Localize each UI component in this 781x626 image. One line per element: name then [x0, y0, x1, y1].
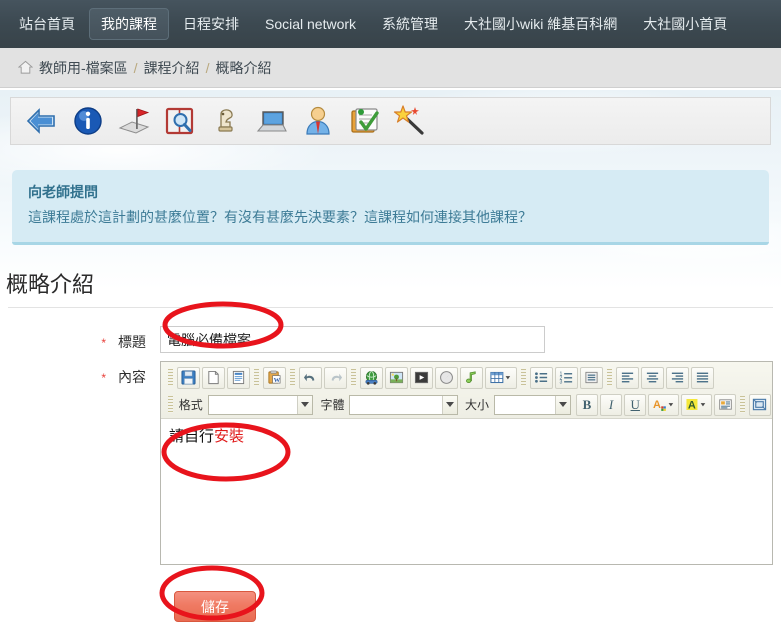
editor-toolbar-row-1: W 1 2 3 [163, 364, 772, 391]
title-field-row: * 標題 [0, 326, 781, 353]
redo-icon[interactable] [324, 366, 347, 389]
svg-text:A: A [653, 399, 661, 411]
undo-icon[interactable] [299, 366, 322, 389]
show-blocks-icon[interactable] [713, 393, 737, 416]
text-color-icon[interactable]: A [648, 393, 680, 416]
milestone-flag-icon[interactable] [117, 104, 151, 138]
home-icon[interactable] [18, 60, 33, 75]
link-icon[interactable] [360, 366, 383, 389]
compass-icon[interactable] [435, 366, 458, 389]
paste-from-word-icon[interactable]: W [263, 366, 286, 389]
nav-item-school-home[interactable]: 大社國小首頁 [631, 8, 739, 41]
chevron-down-icon [297, 395, 313, 414]
align-right-icon[interactable] [666, 366, 689, 389]
nav-item-system-admin[interactable]: 系統管理 [370, 8, 450, 41]
breadcrumb-separator: / [133, 59, 138, 76]
content-text-highlighted: 安裝 [214, 428, 245, 445]
nav-item-site-home[interactable]: 站台首頁 [7, 8, 87, 41]
content-field-label: * 內容 [0, 361, 160, 387]
teacher-question-infobox: 向老師提問 這課程處於這計劃的甚麼位置？有沒有甚麼先決要素？這課程如何連接其他課… [12, 170, 769, 245]
new-page-icon[interactable] [202, 366, 225, 389]
toolbar-grip [351, 369, 356, 386]
content-label-text: 內容 [118, 369, 146, 385]
user-icon[interactable] [301, 104, 335, 138]
toolbar-grip [168, 396, 173, 413]
image-icon[interactable] [385, 366, 408, 389]
action-toolbar [10, 97, 771, 145]
back-arrow-icon[interactable] [25, 104, 59, 138]
toolbar-grip [290, 369, 295, 386]
align-center-icon[interactable] [641, 366, 664, 389]
nav-item-social-network[interactable]: Social network [253, 8, 368, 41]
title-input[interactable] [160, 326, 545, 353]
breadcrumb-item-1[interactable]: 教師用-檔案區 [39, 58, 128, 78]
laptop-icon[interactable] [255, 104, 289, 138]
page-title: 概略介紹 [6, 272, 95, 297]
main-navigation: 站台首頁 我的課程 日程安排 Social network 系統管理 大社國小w… [0, 0, 781, 48]
toolbar-grip [740, 396, 745, 413]
bulleted-list-icon[interactable] [530, 366, 553, 389]
infobox-body: 這課程處於這計劃的甚麼位置？有沒有甚麼先決要素？這課程如何連接其他課程？ [28, 209, 532, 225]
table-icon[interactable] [485, 366, 517, 389]
bold-icon[interactable]: B [575, 393, 599, 416]
audio-note-icon[interactable] [460, 366, 483, 389]
breadcrumb-item-2[interactable]: 課程介紹 [144, 58, 200, 78]
breadcrumb-item-3[interactable]: 概略介紹 [215, 58, 271, 78]
title-field-label: * 標題 [0, 326, 160, 352]
font-select[interactable] [349, 394, 458, 415]
size-select[interactable] [494, 394, 571, 415]
nav-item-my-courses[interactable]: 我的課程 [89, 7, 169, 41]
infobox-title: 向老師提問 [28, 184, 98, 200]
title-label-text: 標題 [118, 334, 146, 350]
breadcrumb: 教師用-檔案區 / 課程介紹 / 概略介紹 [0, 48, 781, 88]
content-field-row: * 內容 W 1 2 3 格式 字體 大小 B I U A A 請自行安裝 [0, 361, 781, 565]
toolbar-grip [521, 369, 526, 386]
maximize-icon[interactable] [748, 393, 772, 416]
align-justify-icon[interactable] [691, 366, 714, 389]
chevron-down-icon [554, 395, 570, 414]
editor-content-area[interactable]: 請自行安裝 [161, 419, 772, 564]
size-label: 大小 [464, 398, 489, 412]
overview-form: * 標題 * 內容 [0, 326, 781, 622]
magic-wand-icon[interactable] [393, 104, 427, 138]
toolbar-grip [607, 369, 612, 386]
format-select[interactable] [207, 394, 314, 415]
checklist-icon[interactable] [347, 104, 381, 138]
blockquote-icon[interactable] [580, 366, 603, 389]
nav-item-wiki[interactable]: 大社國小wiki 維基百科網 [452, 8, 629, 41]
title-divider [8, 307, 773, 308]
templates-icon[interactable] [227, 366, 250, 389]
nav-item-schedule[interactable]: 日程安排 [171, 8, 251, 41]
required-asterisk: * [101, 336, 106, 350]
flash-video-icon[interactable] [410, 366, 433, 389]
editor-toolbar-row-2: 格式 字體 大小 B I U A A [163, 391, 772, 418]
svg-text:A: A [687, 400, 695, 412]
content-text-plain: 請自行 [169, 428, 215, 445]
align-left-icon[interactable] [616, 366, 639, 389]
save-icon[interactable] [177, 366, 200, 389]
italic-icon[interactable]: I [600, 393, 623, 416]
toolbar-grip [168, 369, 173, 386]
info-icon[interactable] [71, 104, 105, 138]
background-color-icon[interactable]: A [681, 393, 712, 416]
format-label: 格式 [178, 398, 203, 412]
numbered-list-icon[interactable]: 1 2 3 [555, 366, 578, 389]
toolbar-grip [254, 369, 259, 386]
svg-text:W: W [274, 377, 281, 384]
breadcrumb-separator: / [205, 59, 210, 76]
rich-text-editor: W 1 2 3 格式 字體 大小 B I U A A 請自行安裝 [160, 361, 773, 565]
font-label: 字體 [320, 398, 345, 412]
chess-piece-icon[interactable] [209, 104, 243, 138]
required-asterisk: * [101, 371, 106, 385]
save-button[interactable]: 儲存 [174, 591, 256, 622]
book-search-icon[interactable] [163, 104, 197, 138]
chevron-down-icon [441, 395, 457, 414]
underline-icon[interactable]: U [624, 393, 647, 416]
editor-toolbar: W 1 2 3 格式 字體 大小 B I U A A [161, 362, 772, 419]
svg-text:3: 3 [559, 379, 562, 385]
